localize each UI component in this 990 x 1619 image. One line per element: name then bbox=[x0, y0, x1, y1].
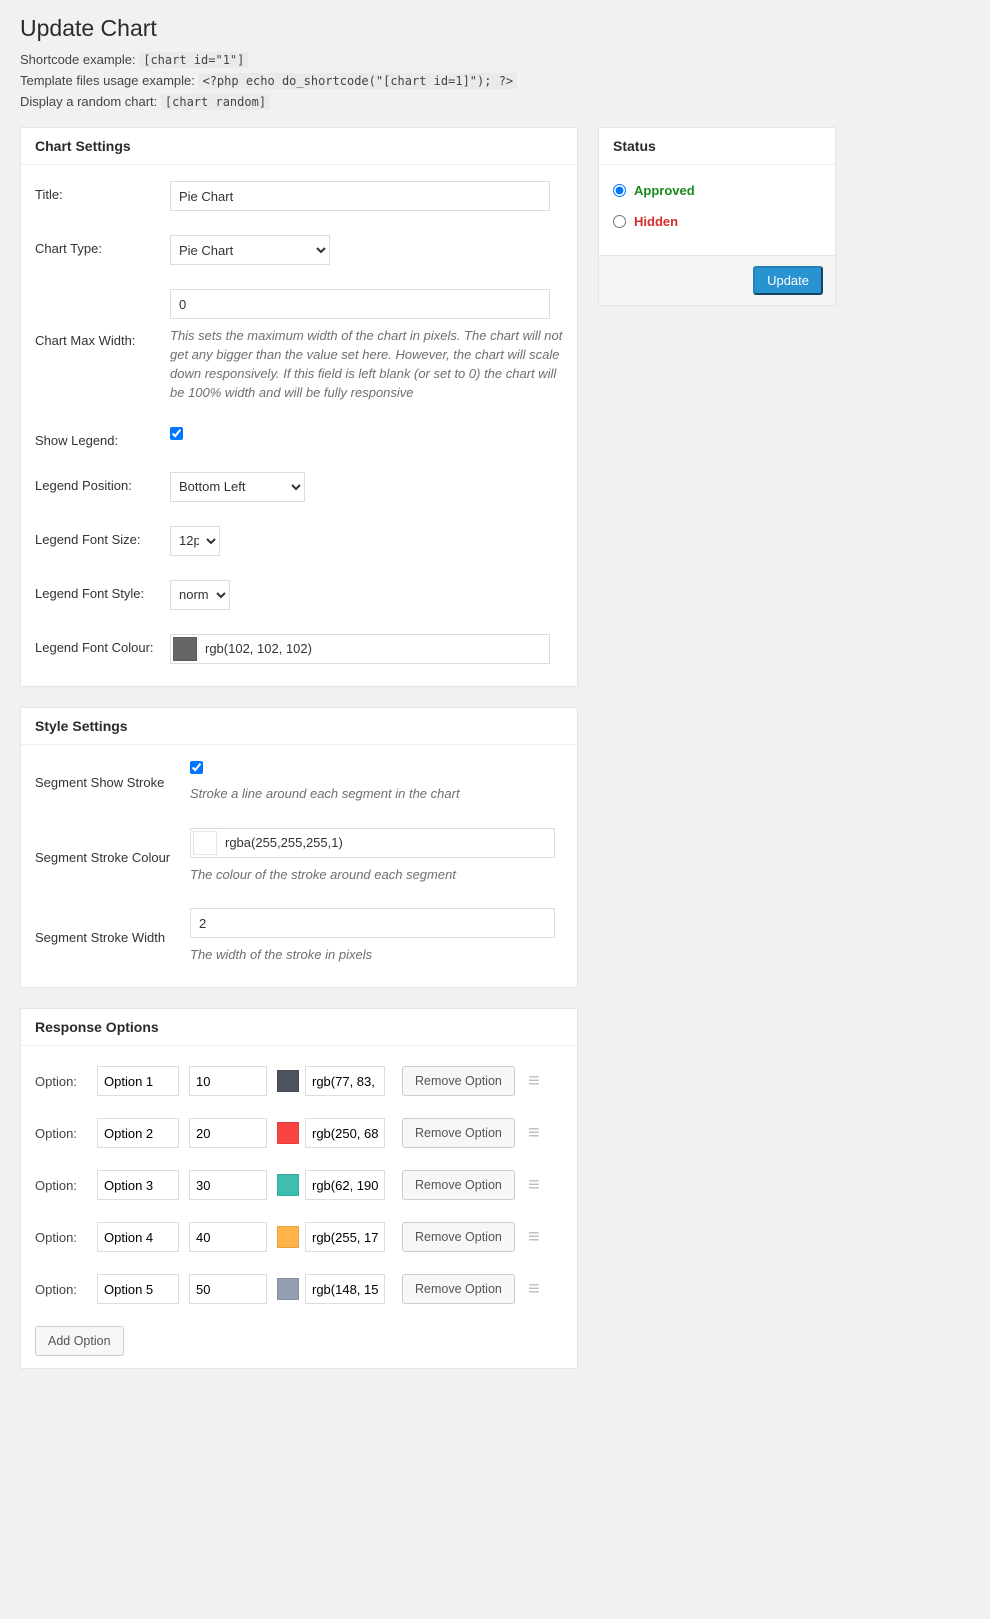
option-row: Option: Remove Option ≡ bbox=[35, 1118, 563, 1148]
option-colour-input[interactable] bbox=[305, 1066, 385, 1096]
remove-option-button[interactable]: Remove Option bbox=[402, 1274, 515, 1304]
option-colour-picker[interactable] bbox=[277, 1118, 392, 1148]
drag-handle-icon[interactable]: ≡ bbox=[525, 1070, 543, 1093]
response-options-heading: Response Options bbox=[21, 1009, 577, 1046]
random-hint-code: [chart random] bbox=[161, 94, 270, 110]
option-colour-input[interactable] bbox=[305, 1274, 385, 1304]
option-label: Option: bbox=[35, 1074, 87, 1089]
page-title: Update Chart bbox=[20, 15, 970, 42]
hint-lines: Shortcode example: [chart id="1"] Templa… bbox=[20, 50, 970, 112]
shortcode-hint-code: [chart id="1"] bbox=[139, 52, 248, 68]
status-approved-option[interactable]: Approved bbox=[613, 183, 821, 198]
legend-fontcolour-input[interactable] bbox=[199, 636, 549, 662]
status-hidden-option[interactable]: Hidden bbox=[613, 214, 821, 229]
option-row: Option: Remove Option ≡ bbox=[35, 1274, 563, 1304]
chart-settings-panel: Chart Settings Title: Chart Type: Pie Ch… bbox=[20, 127, 578, 686]
option-name-input[interactable] bbox=[97, 1170, 179, 1200]
segment-stroke-colour-input[interactable] bbox=[219, 830, 554, 856]
style-settings-panel: Style Settings Segment Show Stroke Strok… bbox=[20, 707, 578, 989]
shortcode-hint-label: Shortcode example: bbox=[20, 52, 139, 67]
legend-fontcolour-label: Legend Font Colour: bbox=[35, 634, 170, 655]
template-hint-label: Template files usage example: bbox=[20, 73, 198, 88]
legend-fontsize-select[interactable]: 12px bbox=[170, 526, 220, 556]
drag-handle-icon[interactable]: ≡ bbox=[525, 1226, 543, 1249]
option-name-input[interactable] bbox=[97, 1222, 179, 1252]
option-colour-swatch bbox=[277, 1122, 299, 1144]
option-colour-input[interactable] bbox=[305, 1222, 385, 1252]
legend-position-select[interactable]: Bottom Left bbox=[170, 472, 305, 502]
option-colour-swatch bbox=[277, 1226, 299, 1248]
remove-option-button[interactable]: Remove Option bbox=[402, 1222, 515, 1252]
option-row: Option: Remove Option ≡ bbox=[35, 1222, 563, 1252]
segment-show-stroke-help: Stroke a line around each segment in the… bbox=[190, 785, 563, 804]
option-colour-picker[interactable] bbox=[277, 1222, 392, 1252]
template-hint-code: <?php echo do_shortcode("[chart id=1]");… bbox=[198, 73, 517, 89]
segment-stroke-colour-label: Segment Stroke Colour bbox=[35, 828, 190, 865]
remove-option-button[interactable]: Remove Option bbox=[402, 1118, 515, 1148]
chart-type-label: Chart Type: bbox=[35, 235, 170, 256]
chart-type-select[interactable]: Pie Chart bbox=[170, 235, 330, 265]
legend-fontcolour-picker[interactable] bbox=[170, 634, 550, 664]
drag-handle-icon[interactable]: ≡ bbox=[525, 1278, 543, 1301]
option-label: Option: bbox=[35, 1230, 87, 1245]
option-colour-input[interactable] bbox=[305, 1170, 385, 1200]
add-option-button[interactable]: Add Option bbox=[35, 1326, 124, 1356]
status-hidden-radio[interactable] bbox=[613, 215, 626, 228]
option-label: Option: bbox=[35, 1178, 87, 1193]
option-colour-input[interactable] bbox=[305, 1118, 385, 1148]
legend-fontstyle-label: Legend Font Style: bbox=[35, 580, 170, 601]
show-legend-label: Show Legend: bbox=[35, 427, 170, 448]
option-colour-picker[interactable] bbox=[277, 1066, 392, 1096]
option-value-input[interactable] bbox=[189, 1066, 267, 1096]
status-heading: Status bbox=[599, 128, 835, 165]
status-approved-radio[interactable] bbox=[613, 184, 626, 197]
option-colour-swatch bbox=[277, 1174, 299, 1196]
segment-stroke-colour-swatch bbox=[193, 831, 217, 855]
option-row: Option: Remove Option ≡ bbox=[35, 1170, 563, 1200]
remove-option-button[interactable]: Remove Option bbox=[402, 1170, 515, 1200]
max-width-label: Chart Max Width: bbox=[35, 289, 170, 348]
style-settings-heading: Style Settings bbox=[21, 708, 577, 745]
update-button[interactable]: Update bbox=[753, 266, 823, 295]
title-label: Title: bbox=[35, 181, 170, 202]
status-hidden-label: Hidden bbox=[634, 214, 678, 229]
option-colour-swatch bbox=[277, 1278, 299, 1300]
segment-show-stroke-label: Segment Show Stroke bbox=[35, 761, 190, 790]
segment-stroke-colour-picker[interactable] bbox=[190, 828, 555, 858]
option-value-input[interactable] bbox=[189, 1118, 267, 1148]
option-value-input[interactable] bbox=[189, 1170, 267, 1200]
max-width-input[interactable] bbox=[170, 289, 550, 319]
chart-settings-heading: Chart Settings bbox=[21, 128, 577, 165]
option-label: Option: bbox=[35, 1126, 87, 1141]
option-name-input[interactable] bbox=[97, 1066, 179, 1096]
drag-handle-icon[interactable]: ≡ bbox=[525, 1122, 543, 1145]
max-width-help: This sets the maximum width of the chart… bbox=[170, 327, 563, 402]
legend-fontsize-label: Legend Font Size: bbox=[35, 526, 170, 547]
response-options-panel: Response Options Option:Remove Option≡Op… bbox=[20, 1008, 578, 1369]
show-legend-checkbox[interactable] bbox=[170, 427, 183, 440]
option-value-input[interactable] bbox=[189, 1274, 267, 1304]
remove-option-button[interactable]: Remove Option bbox=[402, 1066, 515, 1096]
random-hint-label: Display a random chart: bbox=[20, 94, 161, 109]
status-approved-label: Approved bbox=[634, 183, 695, 198]
option-name-input[interactable] bbox=[97, 1274, 179, 1304]
segment-show-stroke-checkbox[interactable] bbox=[190, 761, 203, 774]
option-colour-swatch bbox=[277, 1070, 299, 1092]
legend-fontcolour-swatch bbox=[173, 637, 197, 661]
option-row: Option: Remove Option ≡ bbox=[35, 1066, 563, 1096]
segment-stroke-width-label: Segment Stroke Width bbox=[35, 908, 190, 945]
segment-stroke-width-help: The width of the stroke in pixels bbox=[190, 946, 563, 965]
option-colour-picker[interactable] bbox=[277, 1170, 392, 1200]
segment-stroke-colour-help: The colour of the stroke around each seg… bbox=[190, 866, 563, 885]
status-panel: Status Approved Hidden Update bbox=[598, 127, 836, 306]
title-input[interactable] bbox=[170, 181, 550, 211]
option-name-input[interactable] bbox=[97, 1118, 179, 1148]
option-value-input[interactable] bbox=[189, 1222, 267, 1252]
option-label: Option: bbox=[35, 1282, 87, 1297]
legend-fontstyle-select[interactable]: normal bbox=[170, 580, 230, 610]
drag-handle-icon[interactable]: ≡ bbox=[525, 1174, 543, 1197]
legend-position-label: Legend Position: bbox=[35, 472, 170, 493]
option-colour-picker[interactable] bbox=[277, 1274, 392, 1304]
segment-stroke-width-input[interactable] bbox=[190, 908, 555, 938]
